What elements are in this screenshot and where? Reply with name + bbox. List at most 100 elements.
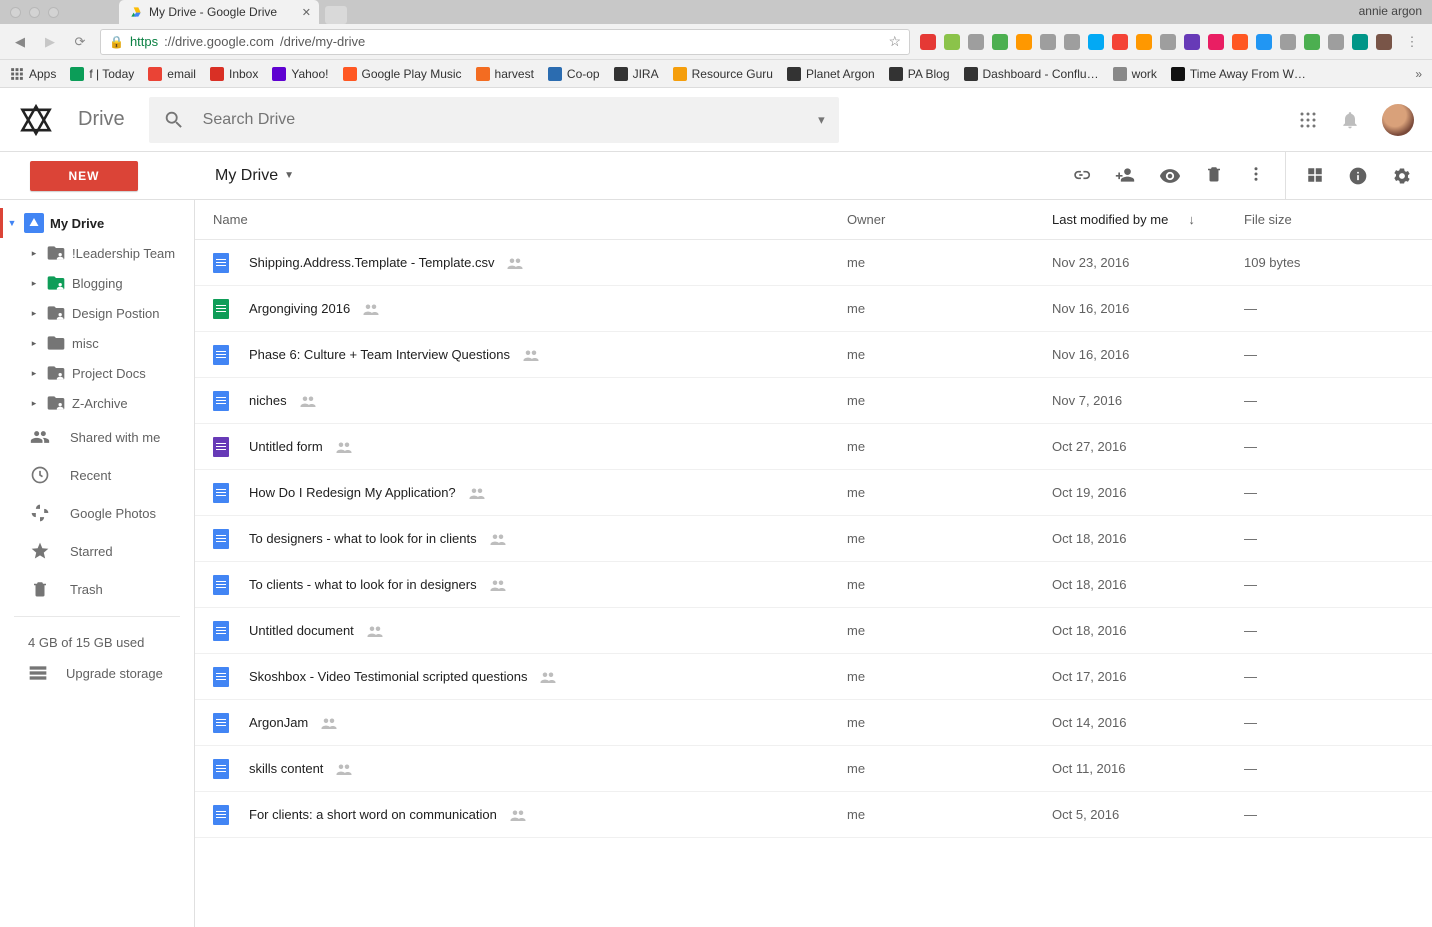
sidebar-my-drive[interactable]: ▼ My Drive — [0, 208, 194, 238]
bookmark-item[interactable]: work — [1113, 67, 1157, 81]
bookmark-item[interactable]: Inbox — [210, 67, 258, 81]
caret-down-icon[interactable]: ▼ — [6, 218, 18, 228]
extension-icon[interactable] — [968, 34, 984, 50]
search-icon[interactable] — [163, 109, 185, 131]
new-button[interactable]: NEW — [30, 161, 138, 191]
sidebar-folder[interactable]: ▸ Blogging — [0, 268, 194, 298]
file-row[interactable]: To clients - what to look for in designe… — [195, 562, 1432, 608]
file-row[interactable]: ArgonJam me Oct 14, 2016 — — [195, 700, 1432, 746]
get-link-icon[interactable] — [1071, 165, 1091, 187]
brand-logo-icon[interactable] — [18, 102, 54, 138]
minimize-window-icon[interactable] — [29, 7, 40, 18]
bookmark-item[interactable]: Dashboard - Conflu… — [964, 67, 1099, 81]
file-row[interactable]: Skoshbox - Video Testimonial scripted qu… — [195, 654, 1432, 700]
caret-right-icon[interactable]: ▸ — [28, 338, 40, 349]
sidebar-starred[interactable]: Starred — [0, 532, 194, 570]
apps-launcher-icon[interactable] — [1298, 110, 1318, 130]
preview-eye-icon[interactable] — [1159, 165, 1181, 187]
extension-icon[interactable] — [1376, 34, 1392, 50]
file-row[interactable]: For clients: a short word on communicati… — [195, 792, 1432, 838]
extension-icon[interactable] — [1064, 34, 1080, 50]
notifications-icon[interactable] — [1340, 110, 1360, 130]
extension-icon[interactable] — [1352, 34, 1368, 50]
account-avatar[interactable] — [1382, 104, 1414, 136]
bookmark-item[interactable]: Resource Guru — [673, 67, 773, 81]
address-bar[interactable]: 🔒 https://drive.google.com/drive/my-driv… — [100, 29, 910, 55]
search-box[interactable]: ▾ — [149, 97, 839, 143]
chrome-profile-label[interactable]: annie argon — [1359, 4, 1422, 18]
file-row[interactable]: Shipping.Address.Template - Template.csv… — [195, 240, 1432, 286]
extension-icon[interactable] — [1208, 34, 1224, 50]
caret-right-icon[interactable]: ▸ — [28, 308, 40, 319]
extension-icon[interactable] — [1160, 34, 1176, 50]
caret-right-icon[interactable]: ▸ — [28, 398, 40, 409]
extension-icon[interactable] — [1016, 34, 1032, 50]
bookmark-item[interactable]: email — [148, 67, 196, 81]
file-row[interactable]: How Do I Redesign My Application? me Oct… — [195, 470, 1432, 516]
col-owner[interactable]: Owner — [847, 212, 1052, 227]
file-row[interactable]: skills content me Oct 11, 2016 — — [195, 746, 1432, 792]
extension-icon[interactable] — [1232, 34, 1248, 50]
bookmark-item[interactable]: f | Today — [70, 67, 134, 81]
col-size[interactable]: File size — [1244, 212, 1414, 227]
delete-icon[interactable] — [1205, 165, 1223, 187]
col-name[interactable]: Name — [213, 212, 847, 227]
bookmark-item[interactable]: Planet Argon — [787, 67, 875, 81]
bookmark-item[interactable]: PA Blog — [889, 67, 950, 81]
upgrade-storage-button[interactable]: Upgrade storage — [0, 658, 194, 688]
extension-icon[interactable] — [1184, 34, 1200, 50]
search-input[interactable] — [203, 111, 800, 129]
col-modified[interactable]: Last modified by me ↓ — [1052, 212, 1244, 227]
bookmark-item[interactable]: Time Away From W… — [1171, 67, 1306, 81]
extension-icon[interactable] — [1280, 34, 1296, 50]
bookmark-star-icon[interactable]: ☆ — [888, 33, 901, 50]
settings-gear-icon[interactable] — [1392, 166, 1412, 186]
bookmark-item[interactable]: Google Play Music — [343, 67, 462, 81]
reload-button[interactable]: ⟳ — [70, 34, 90, 50]
sidebar-shared-with-me[interactable]: Shared with me — [0, 418, 194, 456]
breadcrumb[interactable]: My Drive ▼ — [195, 167, 294, 185]
grid-view-icon[interactable] — [1306, 166, 1324, 186]
search-dropdown-icon[interactable]: ▾ — [818, 112, 825, 128]
extension-icon[interactable] — [1088, 34, 1104, 50]
extension-icon[interactable] — [1304, 34, 1320, 50]
new-tab-button[interactable] — [325, 6, 347, 24]
extension-icon[interactable] — [1040, 34, 1056, 50]
maximize-window-icon[interactable] — [48, 7, 59, 18]
caret-right-icon[interactable]: ▸ — [28, 278, 40, 289]
sidebar-folder[interactable]: ▸ Z-Archive — [0, 388, 194, 418]
file-row[interactable]: Argongiving 2016 me Nov 16, 2016 — — [195, 286, 1432, 332]
back-button[interactable]: ◀ — [10, 34, 30, 50]
file-row[interactable]: Untitled document me Oct 18, 2016 — — [195, 608, 1432, 654]
share-person-icon[interactable] — [1115, 165, 1135, 187]
sidebar-folder[interactable]: ▸ Project Docs — [0, 358, 194, 388]
extension-icon[interactable] — [944, 34, 960, 50]
extension-icon[interactable] — [992, 34, 1008, 50]
sort-descending-icon[interactable]: ↓ — [1188, 212, 1195, 227]
caret-right-icon[interactable]: ▸ — [28, 368, 40, 379]
bookmarks-overflow-icon[interactable]: » — [1415, 67, 1422, 81]
tab-close-icon[interactable]: ✕ — [302, 6, 311, 19]
sidebar-folder[interactable]: ▸ Design Postion — [0, 298, 194, 328]
sidebar-folder[interactable]: ▸ misc — [0, 328, 194, 358]
file-row[interactable]: niches me Nov 7, 2016 — — [195, 378, 1432, 424]
bookmark-item[interactable]: Co-op — [548, 67, 600, 81]
sidebar-recent[interactable]: Recent — [0, 456, 194, 494]
extension-icon[interactable] — [1328, 34, 1344, 50]
bookmark-item[interactable]: harvest — [476, 67, 534, 81]
bookmark-item[interactable]: Yahoo! — [272, 67, 328, 81]
file-row[interactable]: Untitled form me Oct 27, 2016 — — [195, 424, 1432, 470]
extension-icon[interactable] — [1112, 34, 1128, 50]
sidebar-folder[interactable]: ▸ !Leadership Team — [0, 238, 194, 268]
brand-label[interactable]: Drive — [78, 108, 125, 131]
details-info-icon[interactable] — [1348, 166, 1368, 186]
caret-right-icon[interactable]: ▸ — [28, 248, 40, 259]
chrome-menu-icon[interactable]: ⋮ — [1402, 34, 1422, 50]
apps-shortcut[interactable]: Apps — [10, 67, 56, 81]
more-actions-icon[interactable] — [1247, 165, 1265, 187]
close-window-icon[interactable] — [10, 7, 21, 18]
sidebar-google-photos[interactable]: Google Photos — [0, 494, 194, 532]
file-row[interactable]: Phase 6: Culture + Team Interview Questi… — [195, 332, 1432, 378]
extension-icon[interactable] — [1136, 34, 1152, 50]
extension-icon[interactable] — [1256, 34, 1272, 50]
